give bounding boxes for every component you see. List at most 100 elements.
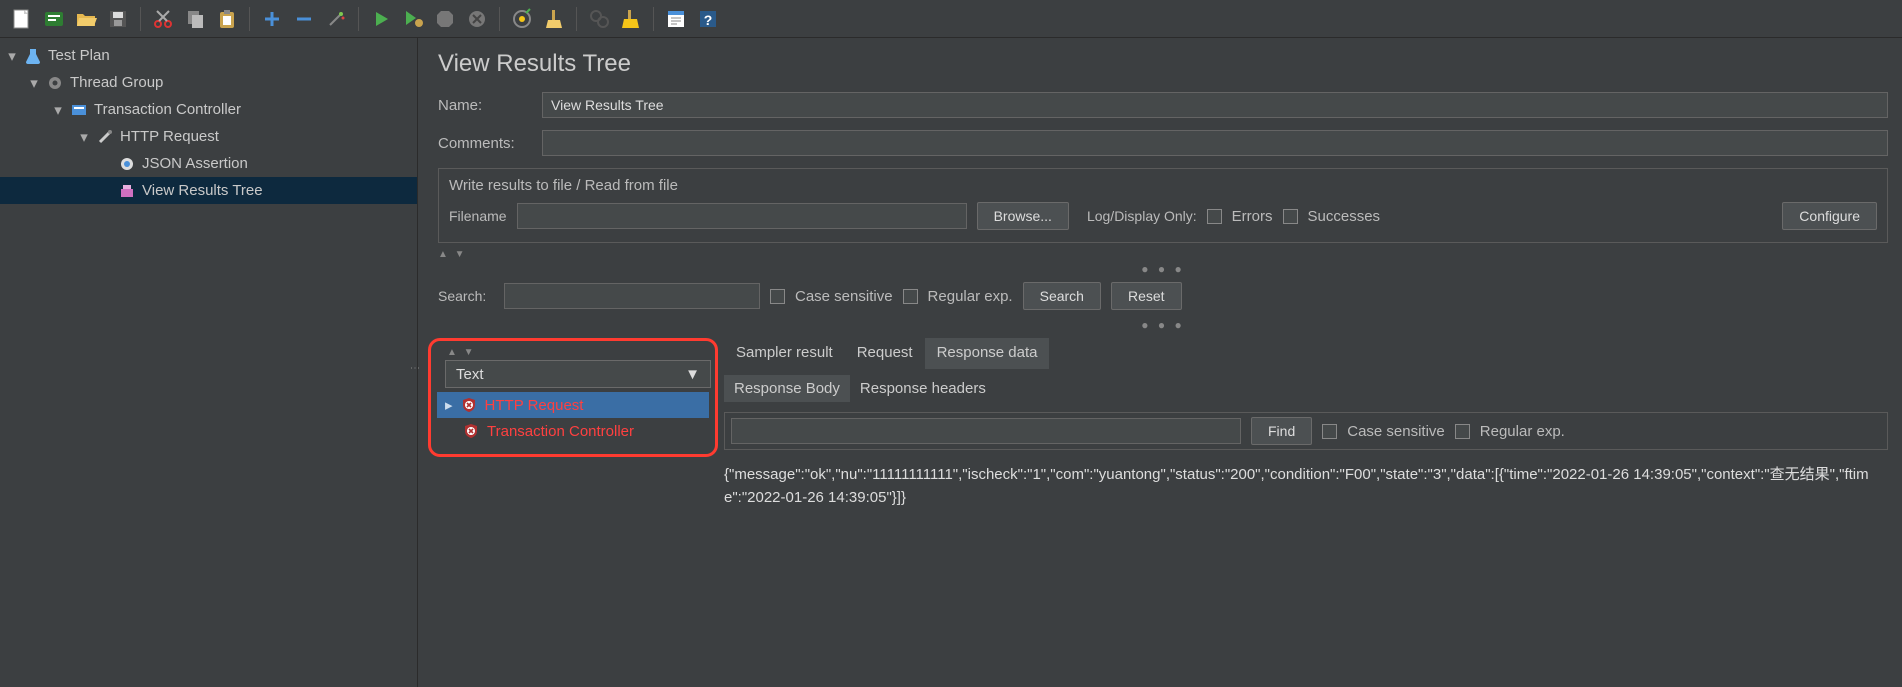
- tab-request[interactable]: Request: [845, 338, 925, 369]
- search-input[interactable]: [504, 283, 760, 309]
- subtab-response-body[interactable]: Response Body: [724, 375, 850, 402]
- renderer-value: Text: [456, 366, 484, 383]
- page-title: View Results Tree: [438, 50, 1888, 78]
- detail-tabs: Sampler result Request Response data: [724, 338, 1888, 369]
- dot-separator: ● ● ●: [438, 318, 1888, 332]
- splitter-grip[interactable]: ⋮: [409, 363, 420, 373]
- clear-icon[interactable]: [508, 5, 536, 33]
- save-icon[interactable]: [104, 5, 132, 33]
- case-sensitive-checkbox[interactable]: [770, 289, 785, 304]
- chevron-down-icon[interactable]: ▾: [52, 101, 64, 119]
- fieldset-title: Write results to file / Read from file: [449, 177, 1877, 194]
- tab-response-data[interactable]: Response data: [925, 338, 1050, 369]
- find-case-label: Case sensitive: [1347, 423, 1445, 440]
- chevron-down-icon[interactable]: ▾: [78, 128, 90, 146]
- main-toolbar: ?: [0, 0, 1902, 38]
- run-noTimers-icon[interactable]: [399, 5, 427, 33]
- find-bar: Find Case sensitive Regular exp.: [724, 412, 1888, 450]
- help-icon[interactable]: ?: [694, 5, 722, 33]
- comments-field[interactable]: [542, 130, 1888, 156]
- broom-icon[interactable]: [540, 5, 568, 33]
- tree-http-request[interactable]: ▾ HTTP Request: [0, 123, 417, 150]
- find-regex-checkbox[interactable]: [1455, 424, 1470, 439]
- highlight-annotation: ▲ ▼ Text ▼ ▸ HTTP Request: [428, 338, 718, 457]
- paste-icon[interactable]: [213, 5, 241, 33]
- results-list: ▸ HTTP Request Transaction Controller: [437, 392, 709, 444]
- chevron-down-icon[interactable]: ▾: [6, 47, 18, 65]
- function-helper-icon[interactable]: [662, 5, 690, 33]
- tree-label: Test Plan: [48, 47, 110, 64]
- stop-icon[interactable]: [431, 5, 459, 33]
- tab-sampler-result[interactable]: Sampler result: [724, 338, 845, 369]
- successes-label: Successes: [1308, 208, 1381, 225]
- search-icon[interactable]: [585, 5, 613, 33]
- response-body-text[interactable]: {"message":"ok","nu":"11111111111","isch…: [724, 464, 1888, 509]
- shutdown-icon[interactable]: [463, 5, 491, 33]
- find-button[interactable]: Find: [1251, 417, 1312, 445]
- filename-field[interactable]: [517, 203, 967, 229]
- tree-transaction-controller[interactable]: ▾ Transaction Controller: [0, 96, 417, 123]
- tree-label: Thread Group: [70, 74, 163, 91]
- renderer-select[interactable]: Text ▼: [445, 360, 711, 388]
- tree-label: JSON Assertion: [142, 155, 248, 172]
- tree-label: View Results Tree: [142, 182, 263, 199]
- minus-icon[interactable]: [290, 5, 318, 33]
- clear-search-icon[interactable]: [617, 5, 645, 33]
- result-item-transaction-controller[interactable]: Transaction Controller: [437, 418, 709, 444]
- copy-icon[interactable]: [181, 5, 209, 33]
- dot-separator: ● ● ●: [438, 262, 1888, 276]
- errors-checkbox[interactable]: [1207, 209, 1222, 224]
- name-field[interactable]: [542, 92, 1888, 118]
- find-regex-label: Regular exp.: [1480, 423, 1565, 440]
- svg-text:?: ?: [704, 12, 713, 28]
- tree-label: Transaction Controller: [94, 101, 241, 118]
- run-icon[interactable]: [367, 5, 395, 33]
- regex-checkbox[interactable]: [903, 289, 918, 304]
- browse-button[interactable]: Browse...: [977, 202, 1069, 230]
- reset-button[interactable]: Reset: [1111, 282, 1182, 310]
- tree-json-assertion[interactable]: JSON Assertion: [0, 150, 417, 177]
- editor-panel: View Results Tree Name: Comments: Write …: [418, 38, 1902, 687]
- chevron-right-icon[interactable]: ▸: [445, 396, 453, 414]
- tree-thread-group[interactable]: ▾ Thread Group: [0, 69, 417, 96]
- open-icon[interactable]: [72, 5, 100, 33]
- subtab-response-headers[interactable]: Response headers: [850, 375, 996, 402]
- case-sensitive-label: Case sensitive: [795, 288, 893, 305]
- shield-fail-icon: [461, 397, 477, 413]
- search-button[interactable]: Search: [1023, 282, 1101, 310]
- plus-icon[interactable]: [258, 5, 286, 33]
- result-label: HTTP Request: [485, 397, 584, 414]
- find-case-checkbox[interactable]: [1322, 424, 1337, 439]
- configure-button[interactable]: Configure: [1782, 202, 1877, 230]
- result-label: Transaction Controller: [487, 423, 634, 440]
- results-icon: [118, 182, 136, 200]
- tree-test-plan[interactable]: ▾ Test Plan: [0, 42, 417, 69]
- result-item-http-request[interactable]: ▸ HTTP Request: [437, 392, 709, 418]
- search-label: Search:: [438, 288, 494, 304]
- tree-label: HTTP Request: [120, 128, 219, 145]
- regex-label: Regular exp.: [928, 288, 1013, 305]
- tree-view-results-tree[interactable]: View Results Tree: [0, 177, 417, 204]
- find-input[interactable]: [731, 418, 1241, 444]
- controller-icon: [70, 101, 88, 119]
- templates-icon[interactable]: [40, 5, 68, 33]
- assertion-icon: [118, 155, 136, 173]
- collapse-arrows[interactable]: ▲ ▼: [438, 249, 1888, 260]
- shield-fail-icon: [463, 423, 479, 439]
- logdisplay-label: Log/Display Only:: [1087, 208, 1197, 224]
- collapse-arrows[interactable]: ▲ ▼: [447, 347, 709, 358]
- name-label: Name:: [438, 97, 530, 114]
- chevron-down-icon[interactable]: ▾: [28, 74, 40, 92]
- response-subtabs: Response Body Response headers: [724, 375, 1888, 402]
- chevron-down-icon: ▼: [685, 366, 700, 383]
- wand-icon[interactable]: [322, 5, 350, 33]
- successes-checkbox[interactable]: [1283, 209, 1298, 224]
- pipette-icon: [96, 128, 114, 146]
- beaker-icon: [24, 47, 42, 65]
- filename-label: Filename: [449, 208, 507, 224]
- gear-icon: [46, 74, 64, 92]
- cut-icon[interactable]: [149, 5, 177, 33]
- new-icon[interactable]: [8, 5, 36, 33]
- errors-label: Errors: [1232, 208, 1273, 225]
- file-fieldset: Write results to file / Read from file F…: [438, 168, 1888, 243]
